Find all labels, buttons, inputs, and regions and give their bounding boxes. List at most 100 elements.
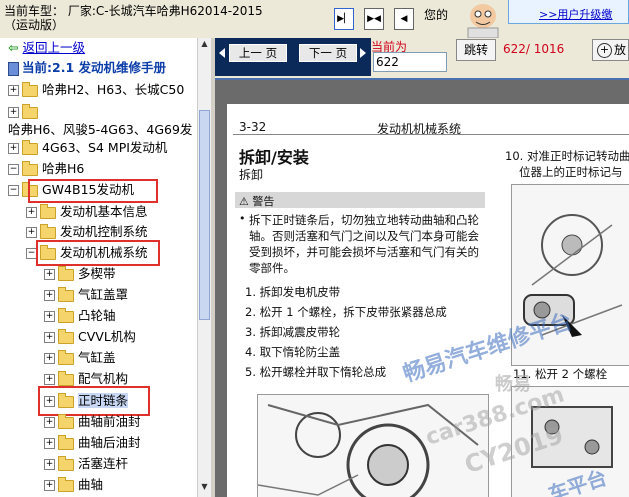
folder-icon <box>58 349 74 365</box>
collapse-icon[interactable]: − <box>8 164 19 175</box>
document-viewer: 上一 页 下一 页 当前为 622 跳转 622/ 1016 + 放 3-32 发… <box>215 38 629 497</box>
scroll-down-icon[interactable]: ▼ <box>199 482 210 494</box>
folder-icon <box>58 370 74 386</box>
folder-icon <box>40 223 56 239</box>
step-item: 4. 取下惰轮防尘盖 <box>245 345 341 359</box>
highlight-box <box>28 179 158 203</box>
prev-arrow-icon <box>219 48 225 58</box>
user-greeting: 您的 <box>424 8 449 22</box>
next-icon[interactable]: ▶▏ <box>334 8 354 30</box>
nav-tree: ⇦ 返回上一级 当前:2.1 发动机维修手册 + 哈弗H2、H63、长城C50 +… <box>0 38 197 497</box>
engine-figure-bottom <box>257 394 489 497</box>
toolbar-divider <box>215 78 629 80</box>
book-icon <box>8 61 19 76</box>
back-link[interactable]: ⇦ 返回上一级 <box>8 38 85 58</box>
watermark-text: 畅易 <box>495 374 531 395</box>
folder-icon <box>22 81 38 97</box>
upgrade-box: >>用户升级缴 <box>508 0 629 24</box>
top-bar: 当前车型： 厂家:C-长城汽车哈弗H62014-2015（运动版） ▶▏ ▶◀ … <box>0 0 629 38</box>
warning-bullet-icon: • <box>239 212 246 225</box>
warning-line: 拆下正时链条后，切勿独立地转动曲轴和凸轮 <box>249 213 479 227</box>
page-number: 3-32 <box>239 120 267 134</box>
tree-item[interactable]: + 凸轮轴 <box>44 306 116 326</box>
step-item: 3. 拆卸减震皮带轮 <box>245 325 341 339</box>
warning-header: ⚠ 警告 <box>239 195 275 208</box>
tree-item[interactable]: + 多楔带 <box>44 264 116 284</box>
warning-line: 零部件。 <box>249 261 295 275</box>
expand-icon[interactable]: + <box>44 353 55 364</box>
folder-icon <box>22 139 38 155</box>
warning-icon: ⚠ <box>239 195 249 208</box>
right-step: 10. 对准正时标记转动曲 <box>505 149 629 163</box>
tree-item[interactable]: + 曲轴前油封 <box>44 412 141 432</box>
page-nav: 上一 页 下一 页 <box>215 38 371 76</box>
next-page-button[interactable]: 下一 页 <box>299 44 357 62</box>
expand-icon[interactable]: + <box>44 290 55 301</box>
mascot-icon <box>467 4 499 38</box>
tree-item[interactable]: − 哈弗H6 <box>8 159 84 179</box>
tree-item[interactable]: + 哈弗H2、H63、长城C50 <box>8 80 184 100</box>
page-number-input[interactable]: 622 <box>373 52 447 72</box>
folder-icon <box>58 265 74 281</box>
scroll-up-icon[interactable]: ▲ <box>199 39 210 51</box>
step-item: 5. 松开螺栓并取下惰轮总成 <box>245 365 387 379</box>
tree-item[interactable]: + 发动机控制系统 <box>26 222 148 242</box>
expand-icon[interactable]: + <box>44 480 55 491</box>
folder-icon <box>58 307 74 323</box>
tree-item-label[interactable]: 哈弗H6、风骏5-4G63、4G69发 <box>8 120 192 140</box>
tree-item[interactable]: + 活塞连杆 <box>44 454 128 474</box>
expand-icon[interactable]: + <box>8 143 19 154</box>
sidebar-scrollbar[interactable]: ▲ ▼ <box>197 38 211 497</box>
zoom-button[interactable]: + 放 <box>592 39 629 61</box>
viewer-toolbar: 上一 页 下一 页 当前为 622 跳转 622/ 1016 + 放 <box>215 38 629 78</box>
car-model-label: 当前车型： 厂家:C-长城汽车哈弗H62014-2015（运动版） <box>4 4 263 32</box>
expand-icon[interactable]: + <box>44 332 55 343</box>
upgrade-link[interactable]: >>用户升级缴 <box>539 6 612 22</box>
collapse-icon[interactable]: − <box>8 185 19 196</box>
expand-icon[interactable]: + <box>44 459 55 470</box>
section-title: 拆卸/安装 <box>239 148 309 167</box>
tree-item[interactable]: + 发动机基本信息 <box>26 202 148 222</box>
scroll-thumb[interactable] <box>199 110 210 320</box>
tree-item[interactable]: + <box>8 102 42 122</box>
expand-icon[interactable]: + <box>44 311 55 322</box>
zoom-in-icon: + <box>597 43 612 58</box>
folder-icon <box>58 328 74 344</box>
expand-icon[interactable]: + <box>8 107 19 118</box>
expand-icon[interactable]: + <box>26 227 37 238</box>
highlight-box <box>36 240 160 266</box>
folder-icon <box>58 413 74 429</box>
step-item: 1. 拆卸发电机皮带 <box>245 285 341 299</box>
current-node: 当前:2.1 发动机维修手册 <box>8 58 166 78</box>
expand-icon[interactable]: + <box>44 417 55 428</box>
step-item: 2. 松开 1 个螺栓，拆下皮带张紧器总成 <box>245 305 447 319</box>
tree-item[interactable]: +4G63、S4 MPI发动机 <box>8 138 167 158</box>
folder-icon <box>40 203 56 219</box>
expand-icon[interactable]: + <box>44 269 55 280</box>
fit-icon[interactable]: ▶◀ <box>364 8 384 30</box>
expand-icon[interactable]: + <box>26 207 37 218</box>
expand-icon[interactable]: + <box>8 85 19 96</box>
prev-page-button[interactable]: 上一 页 <box>229 44 287 62</box>
tree-item[interactable]: + 气缸盖 <box>44 348 116 368</box>
prev-icon[interactable]: ◀ <box>394 8 414 30</box>
folder-icon <box>58 455 74 471</box>
folder-icon <box>58 476 74 492</box>
warning-line: 受到损坏，并可能会损坏与活塞和气门有关的 <box>249 245 479 259</box>
expand-icon[interactable]: + <box>44 438 55 449</box>
right-step: 位器上的正时标记与 <box>519 165 623 179</box>
tree-item[interactable]: + CVVL机构 <box>44 327 136 347</box>
folder-icon <box>58 434 74 450</box>
expand-icon[interactable]: + <box>44 374 55 385</box>
folder-icon <box>22 103 38 119</box>
pulley-diagram-icon <box>258 403 479 497</box>
tree-item[interactable]: + 气缸盖罩 <box>44 285 128 305</box>
jump-button[interactable]: 跳转 <box>456 39 496 61</box>
folder-icon <box>58 286 74 302</box>
next-arrow-icon <box>360 48 366 58</box>
back-arrow-icon: ⇦ <box>8 40 19 55</box>
tree-item[interactable]: + 曲轴后油封 <box>44 433 141 453</box>
page-count: 622/ 1016 <box>503 42 565 56</box>
header-rule <box>233 134 629 135</box>
tree-item[interactable]: + 曲轴 <box>44 475 103 495</box>
